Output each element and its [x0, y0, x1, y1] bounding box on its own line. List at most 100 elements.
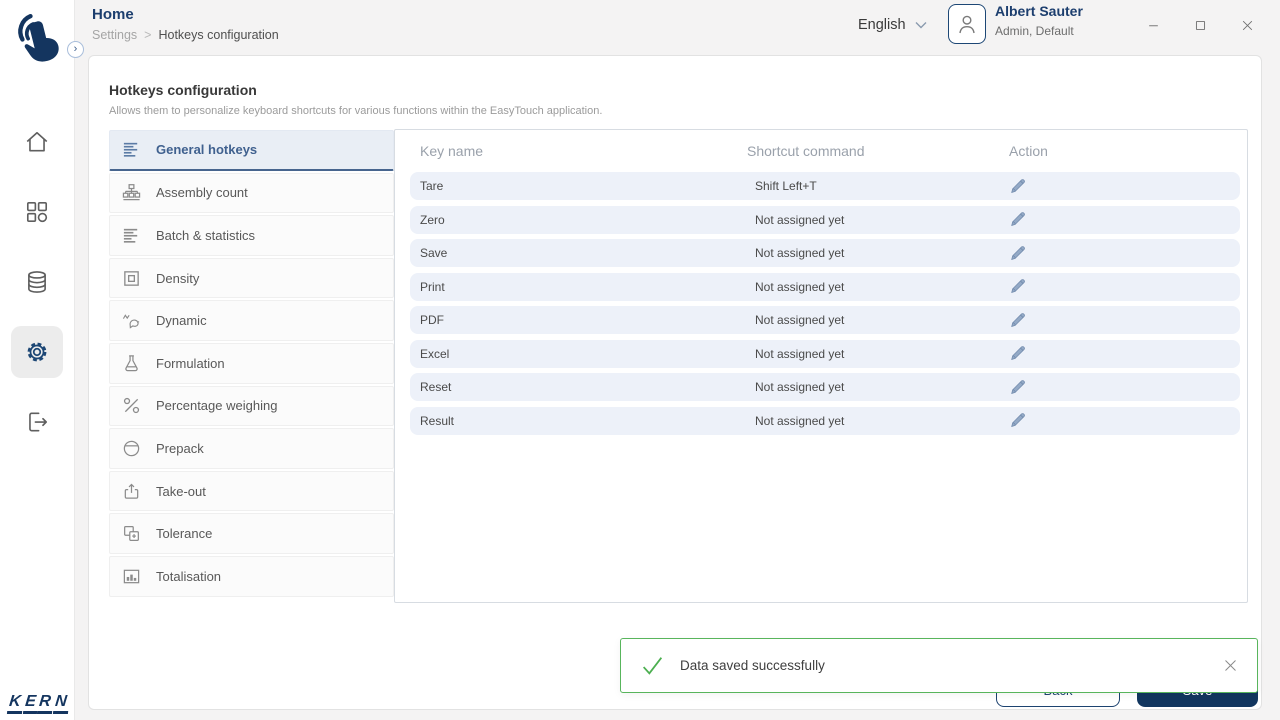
apps-grid-icon: [24, 199, 50, 225]
close-icon: [1241, 19, 1254, 32]
totalisation-icon: [122, 567, 141, 586]
maximize-button[interactable]: [1191, 16, 1209, 34]
sidebar-expand-button[interactable]: ›: [67, 41, 84, 58]
home-icon: [24, 129, 50, 155]
sidebar-item-settings[interactable]: [11, 326, 63, 378]
table-row: SaveNot assigned yet: [410, 239, 1240, 267]
sidebar-nav: [0, 116, 74, 448]
edit-hotkey-button[interactable]: [1009, 343, 1035, 365]
pencil-icon: [1009, 412, 1026, 429]
page-title: Home: [92, 6, 134, 23]
key-name-cell: Save: [420, 246, 747, 260]
key-name-cell: Excel: [420, 347, 747, 361]
content-card: Hotkeys configuration Allows them to per…: [88, 55, 1262, 710]
tab-density[interactable]: Density: [109, 258, 394, 299]
tab-label: Take-out: [156, 484, 206, 499]
tab-tolerance[interactable]: Tolerance: [109, 513, 394, 554]
tab-dynamic[interactable]: Dynamic: [109, 300, 394, 341]
pencil-icon: [1009, 312, 1026, 329]
tolerance-icon: [122, 524, 141, 543]
tab-label: Assembly count: [156, 185, 248, 200]
tab-formulation[interactable]: Formulation: [109, 343, 394, 384]
section-title: Hotkeys configuration: [109, 82, 257, 98]
easytouch-touch-logo: [9, 8, 65, 73]
hotkeys-table: Key nameShortcut commandAction TareShift…: [394, 129, 1248, 603]
table-row: TareShift Left+T: [410, 172, 1240, 200]
edit-hotkey-button[interactable]: [1009, 242, 1035, 264]
tab-take-out[interactable]: Take-out: [109, 471, 394, 512]
edit-hotkey-button[interactable]: [1009, 175, 1035, 197]
percent-icon: [122, 396, 141, 415]
key-name-cell: Tare: [420, 179, 747, 193]
person-icon: [955, 11, 979, 37]
edit-hotkey-button[interactable]: [1009, 209, 1035, 231]
check-icon: [640, 653, 665, 678]
pencil-icon: [1009, 345, 1026, 362]
takeout-icon: [122, 482, 141, 501]
tab-label: Density: [156, 271, 199, 286]
pencil-icon: [1009, 211, 1026, 228]
shortcut-cell: Not assigned yet: [747, 213, 1009, 227]
logout-icon: [24, 409, 50, 435]
shortcut-cell: Shift Left+T: [747, 179, 1009, 193]
user-role: Admin, Default: [995, 24, 1074, 38]
flask-icon: [122, 354, 141, 373]
maximize-icon: [1194, 19, 1207, 32]
table-row: ResultNot assigned yet: [410, 407, 1240, 435]
language-selector[interactable]: English: [858, 17, 927, 33]
key-name-cell: PDF: [420, 313, 747, 327]
table-row: ZeroNot assigned yet: [410, 206, 1240, 234]
key-name-cell: Print: [420, 280, 747, 294]
tab-label: Prepack: [156, 441, 204, 456]
sidebar-item-logout[interactable]: [11, 396, 63, 448]
sidebar-item-database[interactable]: [11, 256, 63, 308]
toast-close-button[interactable]: [1220, 656, 1240, 676]
tab-label: Dynamic: [156, 313, 207, 328]
breadcrumb-current: Hotkeys configuration: [158, 28, 278, 42]
assembly-icon: [122, 183, 141, 202]
tab-label: Tolerance: [156, 526, 212, 541]
table-rows: TareShift Left+T ZeroNot assigned yet Save…: [395, 170, 1247, 435]
edit-hotkey-button[interactable]: [1009, 309, 1035, 331]
shortcut-cell: Not assigned yet: [747, 246, 1009, 260]
user-avatar[interactable]: [948, 4, 986, 44]
shortcut-cell: Not assigned yet: [747, 313, 1009, 327]
pencil-icon: [1009, 278, 1026, 295]
minimize-button[interactable]: [1144, 16, 1162, 34]
tab-batch-statistics[interactable]: Batch & statistics: [109, 215, 394, 256]
tab-label: Totalisation: [156, 569, 221, 584]
key-name-cell: Reset: [420, 380, 747, 394]
shortcut-cell: Not assigned yet: [747, 347, 1009, 361]
section-subtitle: Allows them to personalize keyboard shor…: [109, 105, 602, 117]
pencil-icon: [1009, 178, 1026, 195]
hotkey-category-tabs: General hotkeys Assembly count Batch & sta…: [109, 130, 394, 599]
toast-message: Data saved successfully: [680, 658, 825, 673]
table-row: PrintNot assigned yet: [410, 273, 1240, 301]
edit-hotkey-button[interactable]: [1009, 410, 1035, 432]
app-window: KERN › Home Settings>Hotkeys configurati…: [0, 0, 1280, 720]
pencil-icon: [1009, 245, 1026, 262]
breadcrumb: Settings>Hotkeys configuration: [92, 28, 279, 42]
chevron-down-icon: [915, 21, 927, 29]
window-controls: [1144, 16, 1256, 34]
column-header: Shortcut command: [747, 143, 1009, 159]
sidebar-item-apps[interactable]: [11, 186, 63, 238]
sidebar-item-home[interactable]: [11, 116, 63, 168]
tab-percentage-weighing[interactable]: Percentage weighing: [109, 386, 394, 427]
table-row: ExcelNot assigned yet: [410, 340, 1240, 368]
tab-assembly-count[interactable]: Assembly count: [109, 173, 394, 214]
tab-prepack[interactable]: Prepack: [109, 428, 394, 469]
tab-totalisation[interactable]: Totalisation: [109, 556, 394, 597]
shortcut-cell: Not assigned yet: [747, 414, 1009, 428]
table-row: ResetNot assigned yet: [410, 373, 1240, 401]
breadcrumb-parent[interactable]: Settings: [92, 28, 137, 42]
sidebar: KERN: [0, 0, 75, 720]
tab-general-hotkeys[interactable]: General hotkeys: [109, 130, 394, 171]
lines-icon: [122, 140, 141, 159]
density-icon: [122, 269, 141, 288]
gear-icon: [24, 339, 50, 365]
column-header: Key name: [420, 143, 747, 159]
edit-hotkey-button[interactable]: [1009, 376, 1035, 398]
edit-hotkey-button[interactable]: [1009, 276, 1035, 298]
close-button[interactable]: [1238, 16, 1256, 34]
